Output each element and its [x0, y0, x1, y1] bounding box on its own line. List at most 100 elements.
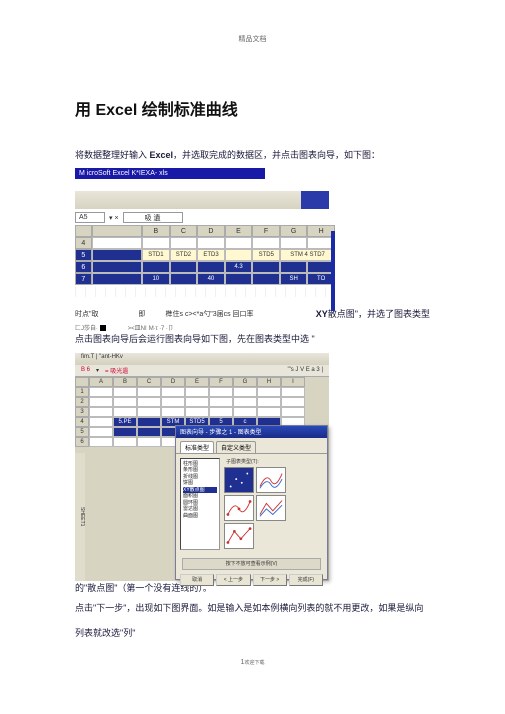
scatter-smooth-icon[interactable]	[256, 467, 286, 493]
cell	[161, 387, 185, 397]
chart-type-list[interactable]: 柱形图 条形图 折线图 饼图 XY散点图 面积图 圆环图 雷达图 曲面图	[180, 458, 220, 550]
row-header: 4	[75, 237, 92, 249]
cell: 4.3	[225, 261, 253, 273]
col-header: H	[257, 377, 281, 387]
cell	[137, 387, 161, 397]
cell	[281, 407, 305, 417]
cell	[233, 387, 257, 397]
cell-std: STD1	[142, 249, 170, 261]
footer-text: 欢迎下载	[244, 660, 264, 666]
cell-sel	[137, 427, 161, 437]
p1-a: 将数据整理好输入	[75, 150, 150, 160]
cell	[92, 237, 142, 249]
sm2c: M∙τ ∙7 ∙卩	[149, 323, 174, 332]
screenshot-1: M icroSoft Excel K*IEXA- xls A5 ▾ × 吸 遺 …	[75, 168, 430, 297]
cell	[252, 261, 280, 273]
cell	[197, 237, 225, 249]
tab-custom[interactable]: 自定义类型	[216, 441, 256, 453]
document-title: 用 Excel 绘制标准曲线	[75, 96, 430, 120]
cell	[197, 261, 225, 273]
preview-button[interactable]: 按下不放可查看示例(V)	[182, 558, 321, 570]
col-header: C	[137, 377, 161, 387]
subtype-label: 子图表类型(T):	[226, 458, 323, 465]
cell	[113, 437, 137, 447]
cell-std: STD5	[252, 249, 280, 261]
cell	[209, 387, 233, 397]
dialog-tabs: 标准类型 自定义类型	[176, 438, 327, 454]
cell	[225, 273, 253, 285]
scatter-line-marker2-icon[interactable]	[224, 523, 254, 549]
title-excel: Excel	[95, 102, 137, 119]
formula-bar: A5 ▾ × 吸 遺	[75, 212, 430, 223]
finish-button[interactable]: 完成(F)	[289, 574, 323, 586]
row-header: 7	[75, 273, 92, 285]
row-header: 6	[75, 437, 89, 447]
cell	[225, 237, 253, 249]
cell	[185, 407, 209, 417]
fbar-sep: ▾ ×	[109, 214, 119, 222]
col-header: E	[225, 225, 253, 237]
cell	[185, 387, 209, 397]
row-header: 1	[75, 387, 89, 397]
chart-subtype-grid	[224, 467, 323, 549]
cell	[89, 407, 113, 417]
col-header: C	[170, 225, 198, 237]
scrollbar	[331, 231, 335, 311]
scatter-line-marker-icon[interactable]	[224, 495, 254, 521]
cell	[170, 261, 198, 273]
cell-std: STM 4 STD7	[280, 249, 335, 261]
col-header: G	[233, 377, 257, 387]
cellbar-r: '"s J V E a 3 |	[287, 367, 323, 373]
paragraph-1: 将数据整理好输入 Excel，并选取完成的数据区，并点击图表向导，如下图：	[75, 148, 430, 162]
col-header: G	[280, 225, 308, 237]
paragraph-2: 点击图表向导后会运行图表向导如下图，先在图表类型中选 "	[75, 332, 430, 346]
cell	[185, 397, 209, 407]
col-header: I	[281, 377, 305, 387]
cell: 10	[142, 273, 170, 285]
p1-bold: Excel	[150, 150, 174, 160]
cancel-button[interactable]: 取消	[180, 574, 214, 586]
list-item[interactable]: 曲面图	[183, 513, 217, 520]
col-header: F	[209, 377, 233, 387]
tab-standard[interactable]: 标准类型	[180, 441, 214, 453]
cell-std: ETD3	[197, 249, 225, 261]
cell	[233, 397, 257, 407]
cell	[257, 407, 281, 417]
corner	[75, 377, 89, 387]
excel-toolbar	[75, 191, 329, 209]
cell	[233, 407, 257, 417]
mid-left: 时点"取	[75, 309, 99, 319]
col-header: A	[89, 377, 113, 387]
row-header: 2	[75, 397, 89, 407]
row-header: 4	[75, 417, 89, 427]
spreadsheet-1: B C D E F G H 4 5 STD1 STD2 ETD3 STD5	[75, 225, 335, 285]
row-header: 5	[75, 249, 92, 261]
sm2b: ><皿NI	[128, 323, 147, 332]
next-button[interactable]: 下一步 >	[253, 574, 287, 586]
cell-sel: 5.PE	[113, 417, 137, 427]
cell	[113, 407, 137, 417]
scatter-lines-icon[interactable]	[256, 495, 286, 521]
scatter-plain-icon[interactable]	[224, 467, 254, 493]
col-header: E	[185, 377, 209, 387]
paragraph-5: 列表就改选"列"	[75, 626, 430, 640]
cell	[170, 237, 198, 249]
chart-wizard-dialog: 图表向导 - 步骤之 1 - 图表类型 标准类型 自定义类型 柱形图 条形图 折…	[175, 425, 328, 580]
paragraph-4: 点击"下一步"，出现如下图界面。如是输入是如本例横向列表的就不用更改，如果是纵向	[75, 601, 430, 615]
excel2-formula-bar: B 6 ▾ = 吸光遺 '"s J V E a 3 |	[75, 365, 329, 377]
cell-std: STD2	[170, 249, 198, 261]
cell	[89, 397, 113, 407]
cell: 40	[197, 273, 225, 285]
cell	[280, 237, 308, 249]
cell	[113, 387, 137, 397]
cell	[281, 397, 305, 407]
col-header: D	[161, 377, 185, 387]
cell	[89, 417, 113, 427]
cellref2: B 6	[81, 367, 90, 373]
excel2-toolbar: fim.T | "ant-HKv	[75, 353, 329, 365]
back-button[interactable]: < 上一步	[216, 574, 250, 586]
col-header: B	[142, 225, 170, 237]
cell	[209, 407, 233, 417]
small-text-2: 匚J莎自∙ ><皿NI M∙τ ∙7 ∙卩	[75, 323, 430, 332]
cell	[89, 437, 113, 447]
